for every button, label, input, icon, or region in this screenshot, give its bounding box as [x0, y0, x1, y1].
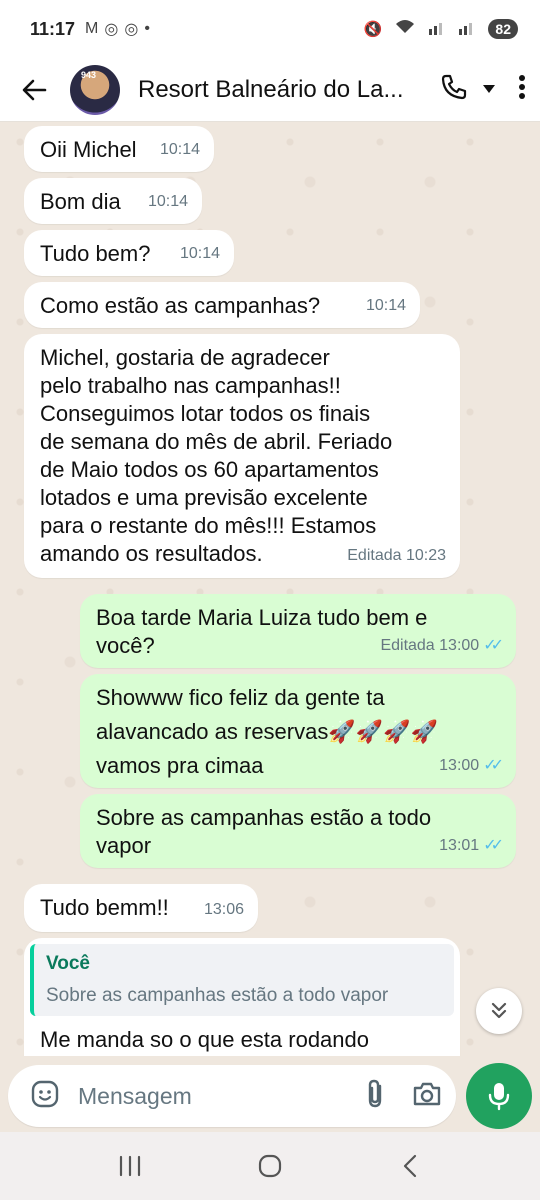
message-outgoing[interactable]: Boa tarde Maria Luiza tudo bem e você? E… [80, 594, 516, 668]
emoji-button[interactable] [30, 1079, 60, 1114]
chevron-left-icon [403, 1154, 417, 1178]
paperclip-icon [368, 1079, 382, 1107]
message-text: Como estão as campanhas? [40, 293, 321, 318]
message-line: Michel, gostaria de agradecer [40, 345, 330, 370]
home-button[interactable] [240, 1146, 300, 1186]
message-incoming[interactable]: Michel, gostaria de agradecer pelo traba… [24, 334, 460, 578]
message-incoming[interactable]: Tudo bemm!! 13:06 [24, 884, 258, 932]
message-text: Oii Michel [40, 137, 137, 162]
back-nav-button[interactable] [380, 1146, 440, 1186]
message-line: alavancado as reservas🚀🚀🚀🚀 [96, 719, 438, 744]
chat-header: 943 Resort Balneário do La... [0, 58, 540, 122]
read-ticks-icon: ✓✓ [483, 757, 504, 774]
message-time: 10:14 [147, 193, 188, 210]
system-icons: 🔇 82 [364, 19, 518, 39]
attach-button[interactable] [364, 1078, 386, 1115]
message-text: Tudo bemm!! [40, 895, 169, 920]
quoted-message[interactable]: Você Sobre as campanhas estão a todo vap… [30, 944, 454, 1016]
message-time: 10:14 [159, 141, 200, 158]
recents-button[interactable] [100, 1146, 160, 1186]
message-outgoing[interactable]: Sobre as campanhas estão a todo vapor 13… [80, 794, 516, 868]
more-options-button[interactable] [518, 74, 526, 105]
microphone-icon [488, 1083, 510, 1111]
message-incoming[interactable]: Oii Michel 10:14 [24, 126, 214, 172]
message-incoming-reply[interactable]: Você Sobre as campanhas estão a todo vap… [24, 938, 460, 1056]
message-incoming[interactable]: Bom dia 10:14 [24, 178, 202, 224]
message-time: Editada 13:00 ✓✓ [380, 632, 504, 660]
avatar-text: 943 [81, 69, 97, 80]
message-line: para o restante do mês!!! Estamos [40, 513, 377, 538]
status-time: 11:17 [30, 18, 76, 39]
contact-name[interactable]: Resort Balneário do La... [138, 76, 408, 104]
read-ticks-icon: ✓✓ [483, 637, 504, 654]
message-line: de semana do mês de abril. Feriado [40, 429, 393, 454]
message-line: lotados e uma previsão excelente [40, 485, 368, 510]
notification-icons: M ◎ ◎ • [85, 19, 150, 39]
back-button[interactable] [14, 70, 54, 110]
whatsapp-icon: ◎ [104, 21, 119, 38]
signal-icon [428, 19, 446, 39]
message-time: 13:00 ✓✓ [439, 752, 504, 780]
message-input-container[interactable]: Mensagem [8, 1065, 456, 1127]
sticker-icon [31, 1080, 59, 1107]
chevron-double-down-icon [491, 1002, 507, 1019]
message-time: Editada 10:23 [347, 547, 446, 564]
message-time: 13:06 [203, 901, 244, 918]
message-line: Boa tarde Maria Luiza tudo bem e [96, 605, 428, 630]
battery-indicator: 82 [488, 19, 518, 39]
signal-icon-2 [458, 19, 476, 39]
call-options-dropdown[interactable] [482, 81, 496, 99]
more-vert-icon [519, 75, 525, 99]
message-incoming[interactable]: Como estão as campanhas? 10:14 [24, 282, 420, 328]
dot-icon: • [144, 20, 150, 37]
voice-message-button[interactable] [466, 1063, 532, 1129]
message-line: de Maio todos os 60 apartamentos [40, 457, 379, 482]
message-line: Showww fico feliz da gente ta [96, 685, 385, 710]
message-line: Conseguimos lotar todos os finais [40, 401, 371, 426]
quoted-author: Você [46, 953, 91, 974]
scroll-to-bottom-button[interactable] [476, 988, 522, 1034]
message-input[interactable]: Mensagem [78, 1083, 364, 1110]
quoted-text: Sobre as campanhas estão a todo vapor [46, 985, 389, 1006]
status-bar: 11:17 M ◎ ◎ • 🔇 82 [0, 0, 540, 58]
home-icon [258, 1154, 282, 1178]
wifi-icon [394, 19, 416, 39]
recents-icon [119, 1155, 141, 1177]
message-time: 13:01 ✓✓ [439, 832, 504, 860]
gmail-icon: M [85, 20, 99, 37]
message-line: pelo trabalho nas campanhas!! [40, 373, 341, 398]
message-line: Sobre as campanhas estão a todo [96, 805, 432, 830]
arrow-left-icon [22, 79, 47, 100]
message-outgoing[interactable]: Showww fico feliz da gente ta alavancado… [80, 674, 516, 788]
camera-icon [413, 1082, 441, 1105]
composer: Mensagem [0, 1060, 540, 1132]
voice-call-button[interactable] [440, 73, 468, 106]
mute-icon: 🔇 [363, 21, 383, 38]
message-text: Me manda so o que esta rodando [40, 1027, 370, 1052]
message-incoming[interactable]: Tudo bem? 10:14 [24, 230, 234, 276]
message-list[interactable]: Oii Michel 10:14 Bom dia 10:14 Tudo bem?… [0, 122, 540, 1056]
contact-avatar[interactable]: 943 [70, 64, 120, 115]
whatsapp-business-icon: ◎ [124, 21, 139, 38]
read-ticks-icon: ✓✓ [483, 837, 504, 854]
message-text: Tudo bem? [40, 241, 151, 266]
phone-icon [441, 74, 467, 100]
system-nav-bar [0, 1132, 540, 1200]
camera-button[interactable] [412, 1081, 442, 1112]
message-text: Bom dia [40, 189, 121, 214]
message-time: 10:14 [365, 297, 406, 314]
caret-down-icon [483, 84, 495, 93]
message-time: 10:14 [179, 245, 220, 262]
